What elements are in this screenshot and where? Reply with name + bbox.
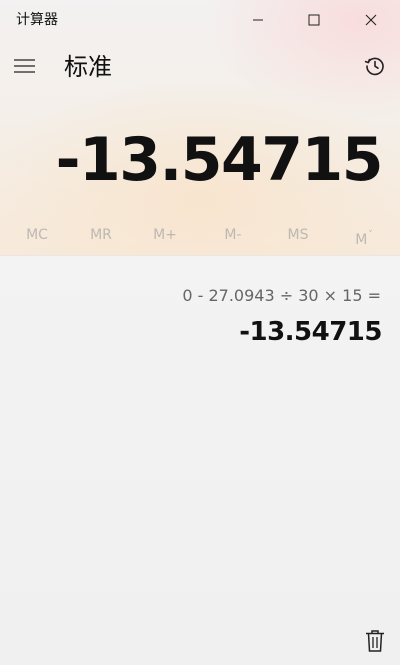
clear-history-button[interactable] xyxy=(356,622,394,660)
history-expression[interactable]: 0 - 27.0943 ÷ 30 × 15 = xyxy=(182,284,381,308)
maximize-button[interactable] xyxy=(286,0,342,40)
minimize-icon xyxy=(253,19,263,21)
memory-recall-button[interactable]: MR xyxy=(68,220,134,250)
memory-list-button[interactable]: M˅ xyxy=(331,220,397,250)
result-display: -13.54715 xyxy=(55,125,384,195)
calculator-mode-title: 标准 xyxy=(64,53,112,81)
history-result[interactable]: -13.54715 xyxy=(239,314,382,350)
memory-clear-button[interactable]: MC xyxy=(4,220,70,250)
memory-toolbar: MC MR M+ M- MS M˅ xyxy=(0,220,400,250)
panel-divider xyxy=(0,255,400,256)
close-icon xyxy=(365,14,377,26)
navigation-menu-button[interactable] xyxy=(6,47,44,85)
trash-icon xyxy=(366,630,384,652)
minimize-button[interactable] xyxy=(230,0,286,40)
memory-add-button[interactable]: M+ xyxy=(132,220,198,250)
hamburger-menu-icon xyxy=(14,59,35,73)
history-clock-icon xyxy=(364,57,384,76)
maximize-icon xyxy=(308,14,320,26)
chevron-down-icon: ˅ xyxy=(368,230,373,240)
close-button[interactable] xyxy=(343,0,399,40)
memory-store-button[interactable]: MS xyxy=(265,220,331,250)
memory-subtract-button[interactable]: M- xyxy=(200,220,266,250)
memory-list-label: M xyxy=(355,232,368,248)
app-title: 计算器 xyxy=(16,12,58,28)
history-button[interactable] xyxy=(356,47,394,85)
